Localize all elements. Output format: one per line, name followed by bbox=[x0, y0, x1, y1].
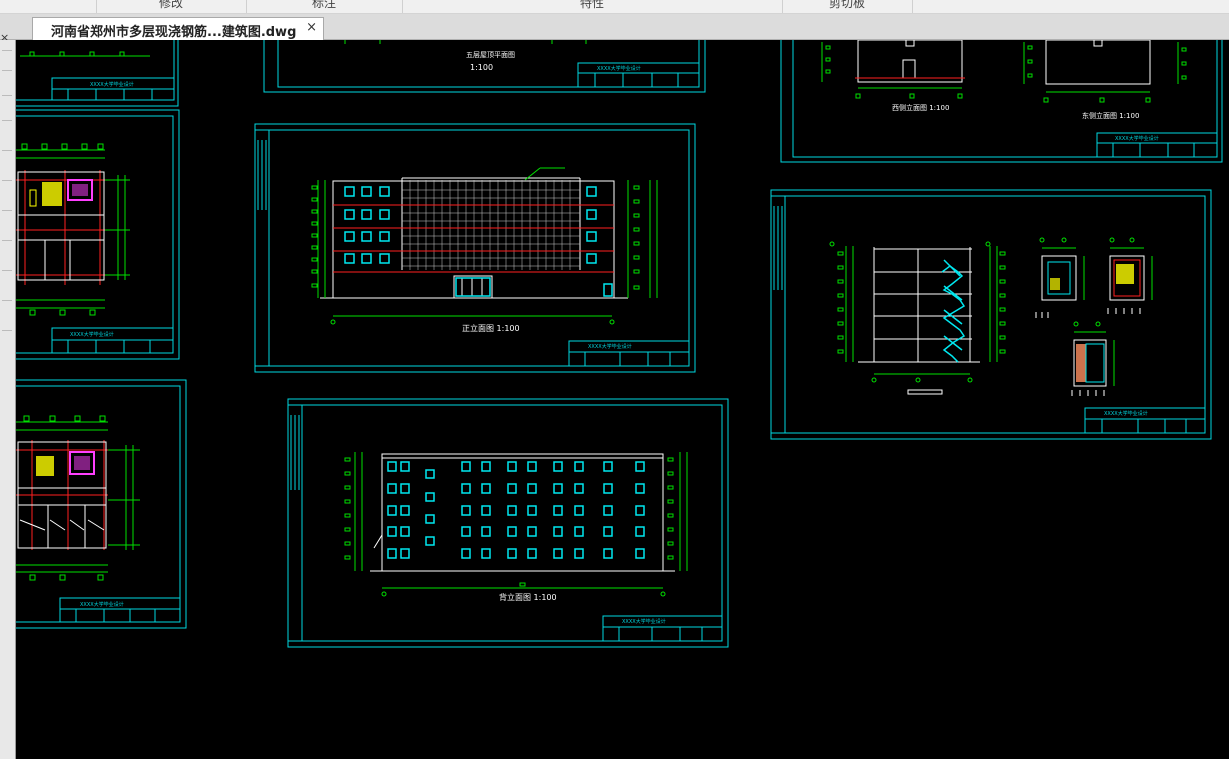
front-elevation-label: 正立面图 1:100 bbox=[462, 323, 520, 333]
titleblock-label: XXXX大学毕业设计 bbox=[90, 81, 134, 88]
titleblock-label: XXXX大学毕业设计 bbox=[597, 65, 641, 72]
ribbon-group-blank bbox=[0, 0, 97, 13]
titleblock-label: XXXX大学毕业设计 bbox=[70, 331, 114, 338]
titleblock-label: XXXX大学毕业设计 bbox=[1115, 135, 1159, 142]
west-elevation-label: 西侧立面图 1:100 bbox=[892, 103, 949, 112]
ribbon-group-properties[interactable]: 特性 bbox=[402, 0, 783, 13]
document-tab-bar: × 河南省郑州市多层现浇钢筋...建筑图.dwg × bbox=[0, 14, 1229, 44]
ribbon-group-annotate[interactable]: 标注 bbox=[246, 0, 403, 13]
ribbon-group-modify[interactable]: 修改 bbox=[96, 0, 247, 13]
back-elevation-label: 背立面图 1:100 bbox=[499, 592, 557, 602]
document-tab[interactable]: 河南省郑州市多层现浇钢筋...建筑图.dwg × bbox=[32, 17, 324, 40]
drawing-canvas[interactable]: XXXX大学毕业设计 XXXX大学毕业设计 XXXX大学毕业设计 XXXX大学毕… bbox=[16, 40, 1229, 759]
roof-plan-scale: 1:100 bbox=[470, 63, 493, 72]
roof-plan-title: 五层屋顶平面图 bbox=[466, 51, 515, 59]
document-tab-title: 河南省郑州市多层现浇钢筋...建筑图.dwg bbox=[51, 25, 297, 40]
ribbon-panel: 修改 标注 特性 剪切板 bbox=[0, 0, 1229, 14]
titleblock-label: XXXX大学毕业设计 bbox=[1104, 410, 1148, 417]
titleblock-label: XXXX大学毕业设计 bbox=[80, 601, 124, 608]
ribbon-group-clipboard[interactable]: 剪切板 bbox=[782, 0, 913, 13]
east-elevation-label: 东侧立面图 1:100 bbox=[1082, 111, 1139, 120]
close-icon[interactable]: × bbox=[306, 20, 317, 35]
titleblock-label: XXXX大学毕业设计 bbox=[588, 343, 632, 350]
left-tool-palette[interactable] bbox=[0, 40, 16, 759]
titleblock-label: XXXX大学毕业设计 bbox=[622, 618, 666, 625]
